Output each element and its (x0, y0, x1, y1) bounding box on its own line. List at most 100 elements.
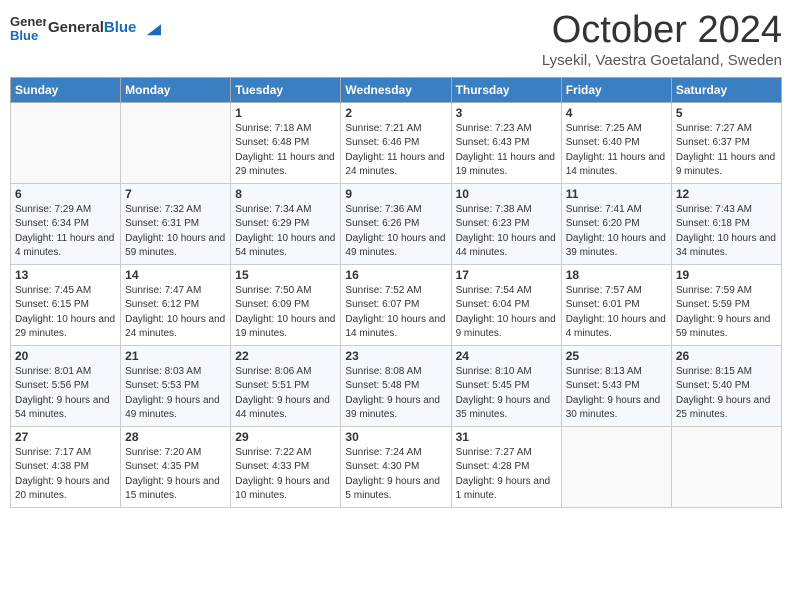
day-info: Sunrise: 8:06 AM Sunset: 5:51 PM Dayligh… (235, 365, 336, 423)
calendar-header-row: Sunday Monday Tuesday Wednesday Thursday… (11, 77, 782, 102)
day-number: 22 (235, 349, 336, 363)
day-number: 1 (235, 106, 336, 120)
svg-text:General: General (10, 14, 46, 29)
day-info: Sunrise: 8:01 AM Sunset: 5:56 PM Dayligh… (15, 365, 116, 423)
col-monday: Monday (121, 77, 231, 102)
calendar-cell: 15 Sunrise: 7:50 AM Sunset: 6:09 PM Dayli… (231, 264, 341, 345)
day-info: Sunrise: 7:32 AM Sunset: 6:31 PM Dayligh… (125, 203, 226, 261)
day-info: Sunrise: 7:25 AM Sunset: 6:40 PM Dayligh… (566, 122, 667, 180)
day-info: Sunrise: 7:27 AM Sunset: 4:28 PM Dayligh… (456, 446, 557, 504)
calendar-cell: 31 Sunrise: 7:27 AM Sunset: 4:28 PM Dayli… (451, 426, 561, 507)
calendar-cell: 26Sunrise: 8:15 AM Sunset: 5:40 PM Dayli… (671, 345, 781, 426)
calendar-cell (671, 426, 781, 507)
day-info: Sunrise: 7:27 AM Sunset: 6:37 PM Dayligh… (676, 122, 777, 180)
calendar-cell (561, 426, 671, 507)
day-number: 28 (125, 430, 226, 444)
col-saturday: Saturday (671, 77, 781, 102)
day-info: Sunrise: 7:18 AM Sunset: 6:48 PM Dayligh… (235, 122, 336, 180)
calendar-cell (11, 102, 121, 183)
day-number: 6 (15, 187, 116, 201)
day-number: 15 (235, 268, 336, 282)
day-info: Sunrise: 7:36 AM Sunset: 6:26 PM Dayligh… (345, 203, 446, 261)
col-tuesday: Tuesday (231, 77, 341, 102)
day-info: Sunrise: 7:59 AM Sunset: 5:59 PM Dayligh… (676, 284, 777, 342)
day-number: 20 (15, 349, 116, 363)
calendar-cell: 2 Sunrise: 7:21 AM Sunset: 6:46 PM Daylig… (341, 102, 451, 183)
col-wednesday: Wednesday (341, 77, 451, 102)
calendar-cell: 18Sunrise: 7:57 AM Sunset: 6:01 PM Dayli… (561, 264, 671, 345)
day-number: 19 (676, 268, 777, 282)
day-info: Sunrise: 8:10 AM Sunset: 5:45 PM Dayligh… (456, 365, 557, 423)
day-info: Sunrise: 7:50 AM Sunset: 6:09 PM Dayligh… (235, 284, 336, 342)
calendar-cell: 25Sunrise: 8:13 AM Sunset: 5:43 PM Dayli… (561, 345, 671, 426)
calendar-cell: 11 Sunrise: 7:41 AM Sunset: 6:20 PM Dayli… (561, 183, 671, 264)
calendar-cell: 5 Sunrise: 7:27 AM Sunset: 6:37 PM Daylig… (671, 102, 781, 183)
calendar-week-row: 20 Sunrise: 8:01 AM Sunset: 5:56 PM Dayli… (11, 345, 782, 426)
calendar-cell: 29 Sunrise: 7:22 AM Sunset: 4:33 PM Dayli… (231, 426, 341, 507)
day-info: Sunrise: 8:03 AM Sunset: 5:53 PM Dayligh… (125, 365, 226, 423)
day-info: Sunrise: 7:17 AM Sunset: 4:38 PM Dayligh… (15, 446, 116, 504)
calendar-title: October 2024 (542, 10, 782, 52)
day-number: 27 (15, 430, 116, 444)
logo: General Blue GeneralBlue (10, 10, 161, 46)
day-number: 11 (566, 187, 667, 201)
calendar-cell: 16Sunrise: 7:52 AM Sunset: 6:07 PM Dayli… (341, 264, 451, 345)
calendar-cell: 17Sunrise: 7:54 AM Sunset: 6:04 PM Dayli… (451, 264, 561, 345)
calendar-cell: 12 Sunrise: 7:43 AM Sunset: 6:18 PM Dayli… (671, 183, 781, 264)
calendar-cell: 10 Sunrise: 7:38 AM Sunset: 6:23 PM Dayli… (451, 183, 561, 264)
day-number: 2 (345, 106, 446, 120)
day-number: 25 (566, 349, 667, 363)
logo-general: General (48, 19, 104, 36)
day-number: 29 (235, 430, 336, 444)
day-number: 8 (235, 187, 336, 201)
day-number: 26 (676, 349, 777, 363)
day-number: 3 (456, 106, 557, 120)
svg-text:Blue: Blue (10, 28, 38, 43)
day-number: 21 (125, 349, 226, 363)
calendar-cell: 6 Sunrise: 7:29 AM Sunset: 6:34 PM Daylig… (11, 183, 121, 264)
calendar-cell: 28Sunrise: 7:20 AM Sunset: 4:35 PM Dayli… (121, 426, 231, 507)
day-number: 12 (676, 187, 777, 201)
day-number: 10 (456, 187, 557, 201)
title-block: October 2024 Lysekil, Vaestra Goetaland,… (542, 10, 782, 69)
day-info: Sunrise: 7:47 AM Sunset: 6:12 PM Dayligh… (125, 284, 226, 342)
day-number: 23 (345, 349, 446, 363)
day-number: 30 (345, 430, 446, 444)
day-info: Sunrise: 7:24 AM Sunset: 4:30 PM Dayligh… (345, 446, 446, 504)
logo-icon: General Blue (10, 10, 46, 46)
day-number: 14 (125, 268, 226, 282)
day-info: Sunrise: 7:45 AM Sunset: 6:15 PM Dayligh… (15, 284, 116, 342)
calendar-cell: 7 Sunrise: 7:32 AM Sunset: 6:31 PM Daylig… (121, 183, 231, 264)
col-thursday: Thursday (451, 77, 561, 102)
day-number: 7 (125, 187, 226, 201)
day-number: 5 (676, 106, 777, 120)
day-number: 31 (456, 430, 557, 444)
day-number: 9 (345, 187, 446, 201)
calendar-week-row: 27 Sunrise: 7:17 AM Sunset: 4:38 PM Dayli… (11, 426, 782, 507)
col-friday: Friday (561, 77, 671, 102)
day-info: Sunrise: 7:23 AM Sunset: 6:43 PM Dayligh… (456, 122, 557, 180)
day-number: 18 (566, 268, 667, 282)
day-info: Sunrise: 7:38 AM Sunset: 6:23 PM Dayligh… (456, 203, 557, 261)
calendar-cell: 3 Sunrise: 7:23 AM Sunset: 6:43 PM Daylig… (451, 102, 561, 183)
calendar-location: Lysekil, Vaestra Goetaland, Sweden (542, 52, 782, 69)
calendar-week-row: 1 Sunrise: 7:18 AM Sunset: 6:48 PM Daylig… (11, 102, 782, 183)
calendar-cell: 23Sunrise: 8:08 AM Sunset: 5:48 PM Dayli… (341, 345, 451, 426)
day-info: Sunrise: 7:22 AM Sunset: 4:33 PM Dayligh… (235, 446, 336, 504)
logo-triangle-icon (143, 19, 161, 37)
day-info: Sunrise: 7:43 AM Sunset: 6:18 PM Dayligh… (676, 203, 777, 261)
calendar-cell: 19 Sunrise: 7:59 AM Sunset: 5:59 PM Dayli… (671, 264, 781, 345)
day-number: 4 (566, 106, 667, 120)
day-info: Sunrise: 7:21 AM Sunset: 6:46 PM Dayligh… (345, 122, 446, 180)
calendar-cell: 14 Sunrise: 7:47 AM Sunset: 6:12 PM Dayli… (121, 264, 231, 345)
logo-blue: Blue (104, 19, 137, 36)
calendar-cell (121, 102, 231, 183)
day-info: Sunrise: 7:41 AM Sunset: 6:20 PM Dayligh… (566, 203, 667, 261)
day-number: 13 (15, 268, 116, 282)
calendar-week-row: 6 Sunrise: 7:29 AM Sunset: 6:34 PM Daylig… (11, 183, 782, 264)
day-info: Sunrise: 7:29 AM Sunset: 6:34 PM Dayligh… (15, 203, 116, 261)
calendar-cell: 4 Sunrise: 7:25 AM Sunset: 6:40 PM Daylig… (561, 102, 671, 183)
calendar-cell: 24Sunrise: 8:10 AM Sunset: 5:45 PM Dayli… (451, 345, 561, 426)
calendar-cell: 20 Sunrise: 8:01 AM Sunset: 5:56 PM Dayli… (11, 345, 121, 426)
day-number: 17 (456, 268, 557, 282)
